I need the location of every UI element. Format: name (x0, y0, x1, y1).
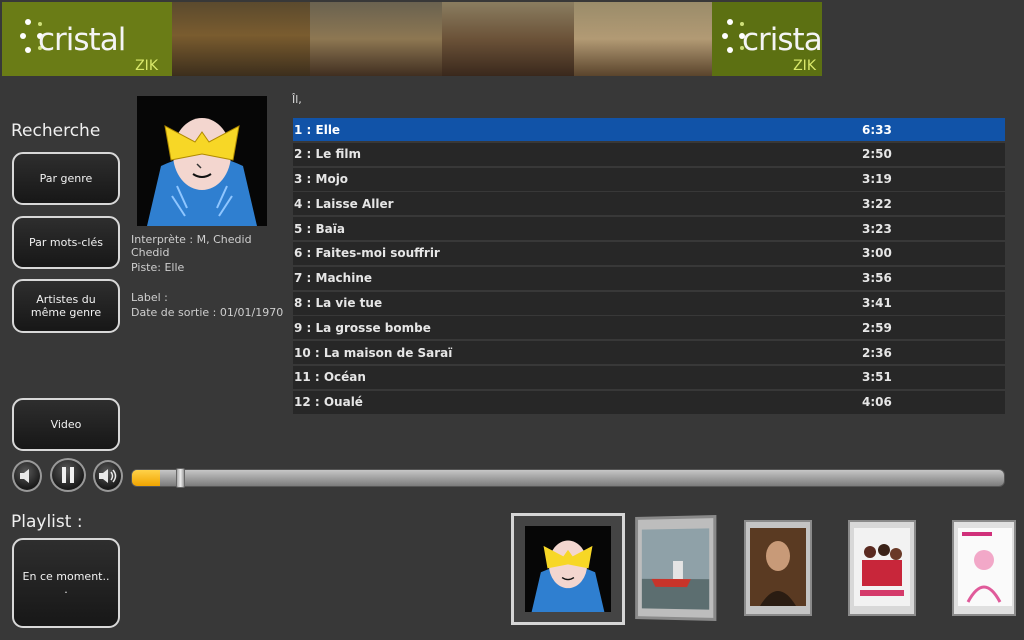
boat-cover-icon (641, 528, 710, 610)
track-duration: 2:50 (862, 147, 892, 162)
track-duration: 3:19 (862, 172, 892, 187)
interprete-line2: Chedid (131, 246, 170, 259)
track-row[interactable]: 6 : Faites-moi souffrir 3:00 (293, 241, 1005, 265)
recherche-heading: Recherche (11, 121, 101, 141)
logo-left: cristal ZIK (2, 2, 172, 76)
track-list: 1 : Elle 6:33 2 : Le film 2:50 3 : Mojo 3:19 4… (293, 118, 1005, 416)
track-duration: 4:06 (862, 395, 892, 410)
artistes-line2: même genre (30, 306, 102, 319)
track-row[interactable]: 1 : Elle 6:33 (293, 118, 1005, 141)
track-title: 5 : Baïa (294, 221, 345, 236)
banner-photo-room (310, 2, 442, 76)
track-title: 9 : La grosse bombe (294, 320, 431, 335)
track-row[interactable]: 2 : Le film 2:50 (293, 142, 1005, 166)
logo-sub: ZIK (135, 58, 158, 74)
track-title: 11 : Océan (294, 370, 366, 385)
album-cover-face-icon (137, 96, 267, 226)
date-sortie-text: Date de sortie : 01/01/1970 (131, 306, 284, 319)
album-cover-face-icon (525, 526, 611, 612)
par-mots-cles-button[interactable]: Par mots-clés (12, 216, 120, 269)
carousel-cover-boat[interactable] (635, 514, 717, 622)
track-row[interactable]: 8 : La vie tue 3:41 (293, 291, 1005, 315)
speaker-down-icon (20, 469, 29, 483)
volume-up-button[interactable] (93, 460, 123, 492)
track-duration: 3:41 (862, 296, 892, 311)
banner-photo-hall (442, 2, 574, 76)
progress-slider[interactable] (131, 468, 1005, 488)
illustration-cover-icon (958, 528, 1012, 606)
track-title: 10 : La maison de Saraï (294, 345, 453, 360)
group-cover-icon (854, 528, 910, 606)
track-duration: 2:59 (862, 320, 892, 335)
track-duration: 6:33 (862, 122, 892, 137)
en-ce-moment-label: En ce moment... (23, 570, 110, 596)
logo-wordmark: cristal (38, 22, 126, 58)
interprete-line1: Interprète : M, Chedid (131, 233, 252, 246)
logo-right: cristal ZIK (712, 2, 822, 76)
progress-fill (132, 470, 160, 486)
en-ce-moment-line2: . (64, 583, 68, 596)
carousel-cover-illustration[interactable] (952, 520, 1016, 616)
speaker-up-icon (99, 469, 117, 483)
track-duration: 2:36 (862, 345, 892, 360)
en-ce-moment-line1: En ce moment.. (22, 570, 110, 583)
track-title: 3 : Mojo (294, 172, 349, 187)
portrait-cover-icon (750, 528, 806, 606)
track-row[interactable]: 9 : La grosse bombe 2:59 (293, 316, 1005, 340)
track-row[interactable]: 10 : La maison de Saraï 2:36 (293, 341, 1005, 365)
en-ce-moment-button[interactable]: En ce moment... (12, 538, 120, 628)
track-row[interactable]: 3 : Mojo 3:19 (293, 167, 1005, 191)
pause-button[interactable] (50, 458, 86, 492)
track-row[interactable]: 12 : Oualé 4:06 (293, 390, 1005, 414)
track-duration: 3:22 (862, 196, 892, 211)
progress-handle[interactable] (176, 468, 185, 488)
artistes-meme-genre-label: Artistes du même genre (31, 293, 101, 319)
par-genre-button[interactable]: Par genre (12, 152, 120, 205)
banner-photo-library (172, 2, 310, 76)
artistes-line1: Artistes du (36, 293, 96, 306)
track-duration: 3:56 (862, 271, 892, 286)
track-row[interactable]: 4 : Laisse Aller 3:22 (293, 192, 1005, 216)
carousel-cover-group[interactable] (848, 520, 916, 616)
track-title: 2 : Le film (294, 147, 361, 162)
header-banner: cristal ZIK cristal ZIK (2, 2, 822, 76)
track-title: 8 : La vie tue (294, 296, 383, 311)
carousel-cover-current[interactable] (511, 513, 625, 625)
artistes-meme-genre-button[interactable]: Artistes du même genre (12, 279, 120, 333)
video-label: Video (50, 418, 82, 431)
volume-down-button[interactable] (12, 460, 42, 492)
track-duration: 3:23 (862, 221, 892, 236)
track-row[interactable]: 5 : Baïa 3:23 (293, 217, 1005, 241)
album-art (137, 96, 267, 226)
par-mots-cles-label: Par mots-clés (29, 236, 103, 249)
track-title: 6 : Faites-moi souffrir (294, 246, 440, 261)
track-duration: 3:51 (862, 370, 892, 385)
playlist-heading: Playlist : (11, 512, 83, 532)
pause-icon (62, 467, 74, 483)
album-title: Îl, (292, 93, 302, 106)
track-row[interactable]: 7 : Machine 3:56 (293, 266, 1005, 290)
interprete-text: Interprète : M, Chedid Chedid (131, 233, 252, 259)
label-text: Label : (131, 291, 168, 304)
carousel-cover-portrait[interactable] (744, 520, 812, 616)
video-button[interactable]: Video (12, 398, 120, 451)
track-title: 12 : Oualé (294, 395, 363, 410)
track-title: 4 : Laisse Aller (294, 196, 394, 211)
track-duration: 3:00 (862, 246, 892, 261)
banner-photo-shelves (574, 2, 712, 76)
track-row[interactable]: 11 : Océan 3:51 (293, 365, 1005, 389)
par-genre-label: Par genre (39, 172, 93, 185)
logo-wordmark: cristal (742, 22, 822, 58)
piste-text: Piste: Elle (131, 261, 185, 274)
track-title: 7 : Machine (294, 271, 372, 286)
track-title: 1 : Elle (294, 122, 341, 137)
logo-sub: ZIK (793, 58, 816, 74)
